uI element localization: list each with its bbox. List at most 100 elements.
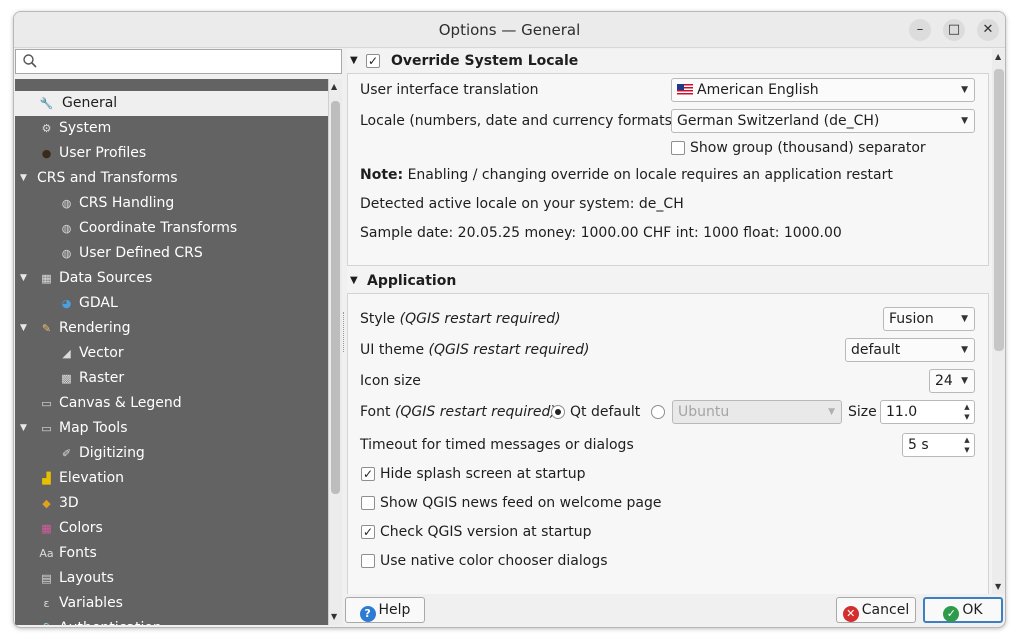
help-button[interactable]: ? Help xyxy=(345,597,425,623)
sidebar-item-digitizing[interactable]: ✐ Digitizing xyxy=(15,441,328,466)
sidebar-item-label: Coordinate Transforms xyxy=(79,220,238,236)
font-family-select[interactable]: Ubuntu ▼ xyxy=(672,400,842,424)
splitter-handle[interactable] xyxy=(343,312,346,352)
locale-group: User interface translation American Engl… xyxy=(347,73,989,266)
collapse-arrow-icon[interactable]: ▼ xyxy=(350,49,358,73)
color-palette-icon: ▦ xyxy=(41,522,52,535)
locale-group-header[interactable]: ▼ ✓ Override System Locale xyxy=(347,49,992,73)
locale-label: Locale (numbers, date and currency forma… xyxy=(360,113,678,129)
table-icon: ▦ xyxy=(41,272,52,285)
globe-gear-icon: ◍ xyxy=(61,197,72,210)
sidebar-item-data-sources[interactable]: ▼ ▦ Data Sources xyxy=(15,266,328,291)
sidebar-item-vector[interactable]: ◢ Vector xyxy=(15,341,328,366)
ok-button[interactable]: ✓ OK xyxy=(923,597,1003,623)
font-custom-radio[interactable] xyxy=(651,405,665,419)
native-color-checkbox[interactable] xyxy=(361,554,375,568)
ui-translation-select[interactable]: American English ▼ xyxy=(671,78,975,102)
group-separator-checkbox[interactable] xyxy=(671,141,685,155)
sidebar-item-raster[interactable]: ▩ Raster xyxy=(15,366,328,391)
collapse-arrow-icon[interactable]: ▼ xyxy=(350,269,358,293)
sidebar-item-system[interactable]: ⚙ System xyxy=(15,116,328,141)
sidebar-item-label: Canvas & Legend xyxy=(59,395,182,411)
options-sidebar: 🔧 General ⚙ System ● User Profiles ▼ CRS and Tr… xyxy=(15,79,328,625)
sidebar-item-coordinate-transforms[interactable]: ◍ Coordinate Transforms xyxy=(15,216,328,241)
globe-transform-icon: ◍ xyxy=(61,222,72,235)
gdal-globe-icon: ◕ xyxy=(61,297,72,310)
timeout-spinbox[interactable]: 5 s ▲ ▼ xyxy=(902,433,975,457)
ui-theme-select[interactable]: default ▼ xyxy=(845,338,975,362)
news-feed-checkbox[interactable] xyxy=(361,496,375,510)
expand-arrow-icon[interactable]: ▼ xyxy=(20,166,27,191)
sidebar-item-general[interactable]: 🔧 General xyxy=(15,91,328,116)
chevron-down-icon: ▼ xyxy=(828,407,835,417)
sidebar-item-layouts[interactable]: ▤ Layouts xyxy=(15,566,328,591)
sidebar-item-map-tools[interactable]: ▼ ▭ Map Tools xyxy=(15,416,328,441)
stepper-arrows-icon[interactable]: ▲ ▼ xyxy=(962,402,972,422)
style-select[interactable]: Fusion ▼ xyxy=(883,307,975,331)
sidebar-item-fonts[interactable]: Aa Fonts xyxy=(15,541,328,566)
sidebar-item-elevation[interactable]: ▟ Elevation xyxy=(15,466,328,491)
sidebar-item-variables[interactable]: ε Variables xyxy=(15,591,328,616)
font-qt-default-radio[interactable] xyxy=(551,405,565,419)
title-bar: Options — General – □ ✕ xyxy=(14,12,1005,48)
sidebar-item-rendering[interactable]: ▼ ✎ Rendering xyxy=(15,316,328,341)
raster-icon: ▩ xyxy=(61,372,72,385)
sidebar-item-crs-and-transforms[interactable]: ▼ CRS and Transforms xyxy=(15,166,328,191)
news-feed-label: Show QGIS news feed on welcome page xyxy=(380,495,662,511)
sidebar-item-colors[interactable]: ▦ Colors xyxy=(15,516,328,541)
maximize-button[interactable]: □ xyxy=(943,19,965,41)
variables-icon: ε xyxy=(43,597,50,610)
sidebar-item-user-profiles[interactable]: ● User Profiles xyxy=(15,141,328,166)
check-version-checkbox[interactable]: ✓ xyxy=(361,525,375,539)
gear-icon: ⚙ xyxy=(41,122,52,135)
cancel-icon: ✕ xyxy=(842,606,859,622)
search-input[interactable] xyxy=(15,49,342,74)
style-label: Style (QGIS restart required) xyxy=(360,311,561,327)
expand-arrow-icon[interactable]: ▼ xyxy=(20,316,27,341)
font-size-label: Size xyxy=(848,404,877,420)
hide-splash-label: Hide splash screen at startup xyxy=(380,466,586,482)
digitizing-icon: ✐ xyxy=(61,447,72,460)
application-group: Style (QGIS restart required) Fusion ▼ U… xyxy=(347,293,989,594)
close-button[interactable]: ✕ xyxy=(977,19,999,41)
restart-note: Note: Enabling / changing override on lo… xyxy=(360,167,893,183)
sidebar-item-3d[interactable]: ◆ 3D xyxy=(15,491,328,516)
override-locale-checkbox[interactable]: ✓ xyxy=(366,54,380,68)
minimize-button[interactable]: – xyxy=(909,19,931,41)
sidebar-item-authentication[interactable]: 🔒 Authentication xyxy=(15,616,328,625)
chevron-down-icon: ▼ xyxy=(961,314,968,324)
stepper-arrows-icon[interactable]: ▲ ▼ xyxy=(962,435,972,455)
chevron-down-icon: ▼ xyxy=(961,116,968,126)
locale-group-title: Override System Locale xyxy=(391,53,579,69)
sidebar-item-label: User Profiles xyxy=(59,145,147,161)
font-label: Font (QGIS restart required) xyxy=(360,404,556,420)
font-size-spinbox[interactable]: 11.0 ▲ ▼ xyxy=(880,400,975,424)
layout-icon: ▤ xyxy=(41,572,52,585)
chevron-down-icon: ▼ xyxy=(961,345,968,355)
sidebar-item-label: Authentication xyxy=(59,616,162,625)
sidebar-item-label: Variables xyxy=(59,595,123,611)
sidebar-item-label: Rendering xyxy=(59,320,131,336)
cancel-button[interactable]: ✕ Cancel xyxy=(836,597,916,623)
chevron-down-icon: ▼ xyxy=(961,85,968,95)
cube-icon: ◆ xyxy=(42,497,51,510)
sidebar-scrollbar[interactable]: ▲ ▼ xyxy=(328,79,342,625)
expand-arrow-icon[interactable]: ▼ xyxy=(20,416,27,441)
sidebar-item-gdal[interactable]: ◕ GDAL xyxy=(15,291,328,316)
sidebar-item-label: Vector xyxy=(79,345,124,361)
options-dialog: Options — General – □ ✕ 🔧 General ⚙ System ●… xyxy=(13,11,1006,628)
locale-select[interactable]: German Switzerland (de_CH) ▼ xyxy=(671,109,975,133)
icon-size-select[interactable]: 24 ▼ xyxy=(929,369,975,393)
sidebar-item-canvas-legend[interactable]: ▭ Canvas & Legend xyxy=(15,391,328,416)
hide-splash-checkbox[interactable]: ✓ xyxy=(361,467,375,481)
native-color-label: Use native color chooser dialogs xyxy=(380,553,608,569)
sidebar-item-crs-handling[interactable]: ◍ CRS Handling xyxy=(15,191,328,216)
sidebar-item-label: General xyxy=(62,95,118,111)
map-tools-icon: ▭ xyxy=(41,422,52,435)
sidebar-item-label: Digitizing xyxy=(79,445,145,461)
application-group-header[interactable]: ▼ Application xyxy=(347,269,992,293)
expand-arrow-icon[interactable]: ▼ xyxy=(20,266,27,291)
icon-size-label: Icon size xyxy=(360,373,421,389)
sidebar-item-user-defined-crs[interactable]: ◍ User Defined CRS xyxy=(15,241,328,266)
content-scrollbar[interactable]: ▲ ▼ xyxy=(992,49,1005,594)
